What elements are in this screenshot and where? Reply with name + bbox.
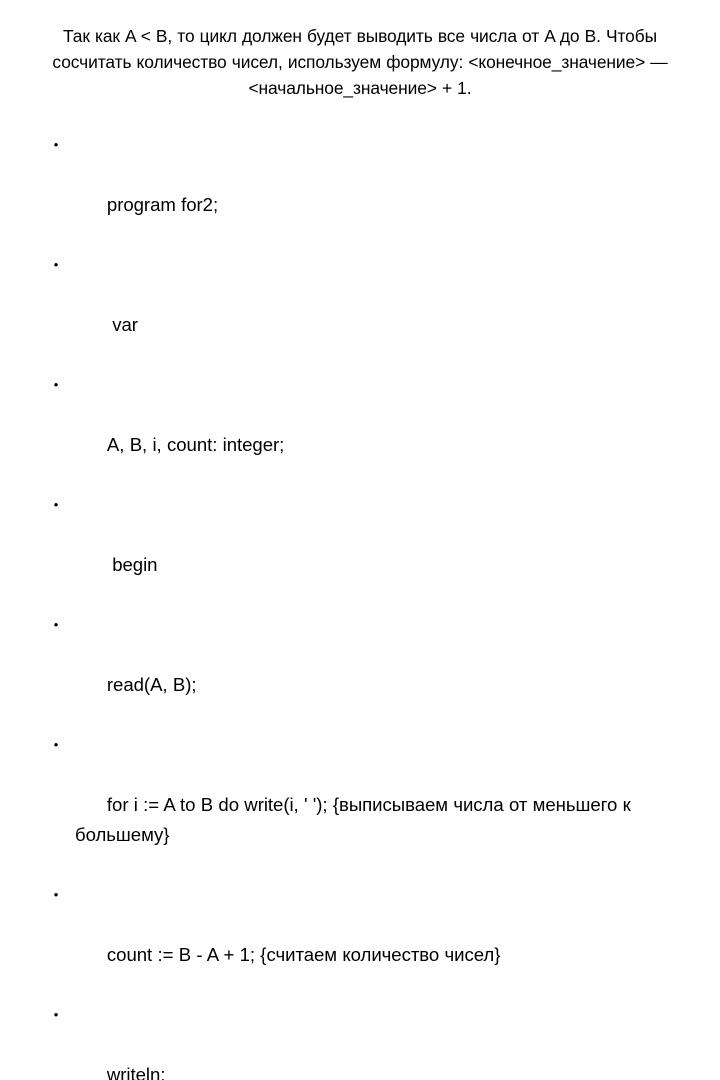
- code-bullet-list: • program for2; • var • A, B, i, count: …: [40, 130, 680, 1080]
- code-line-text: count := B - A + 1; {считаем количество …: [106, 944, 501, 965]
- list-item: • for i := A to B do write(i, ' '); {вып…: [40, 730, 680, 880]
- bullet-icon: •: [53, 497, 59, 512]
- bullet-icon: •: [53, 617, 59, 632]
- code-line-text: for i := A to B do write(i, ' '); {выпис…: [75, 794, 637, 845]
- list-item: • read(A, B);: [40, 610, 680, 730]
- list-item: • writeln;: [40, 1000, 680, 1080]
- list-item: • begin: [40, 490, 680, 610]
- code-line-text: writeln;: [106, 1064, 166, 1080]
- list-item: • count := B - A + 1; {считаем количеств…: [40, 880, 680, 1000]
- list-item: • A, B, i, count: integer;: [40, 370, 680, 490]
- bullet-icon: •: [53, 257, 59, 272]
- list-item: • program for2;: [40, 130, 680, 250]
- code-line-text: program for2;: [106, 194, 219, 215]
- bullet-icon: •: [53, 377, 59, 392]
- bullet-icon: •: [53, 1007, 59, 1022]
- code-line-text: A, B, i, count: integer;: [106, 434, 285, 455]
- code-line-text: read(A, B);: [106, 674, 197, 695]
- code-line-text: var: [106, 314, 138, 335]
- bullet-icon: •: [53, 887, 59, 902]
- bullet-icon: •: [53, 137, 59, 152]
- code-line-text: begin: [106, 554, 158, 575]
- bullet-icon: •: [53, 737, 59, 752]
- slide-canvas: Так как A < B, то цикл должен будет выво…: [0, 0, 720, 1080]
- list-item: • var: [40, 250, 680, 370]
- intro-paragraph: Так как A < B, то цикл должен будет выво…: [52, 26, 668, 99]
